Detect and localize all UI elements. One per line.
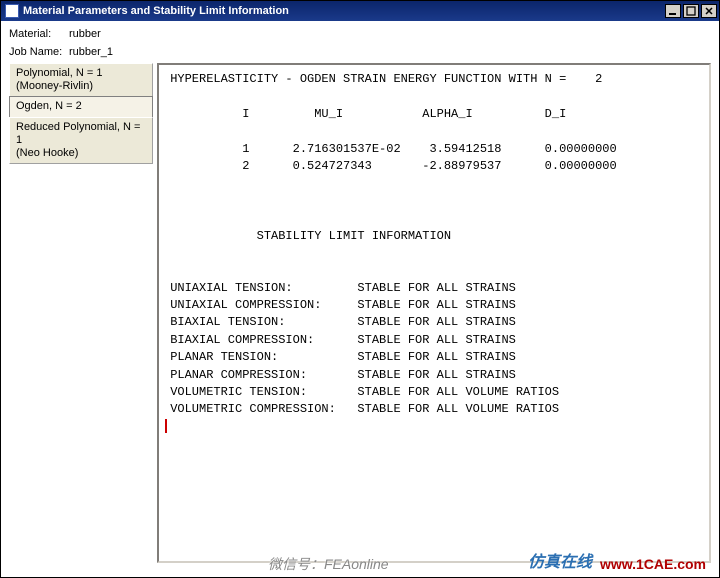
- report-blank: [163, 123, 705, 140]
- close-button[interactable]: [701, 4, 717, 18]
- stability-line: BIAXIAL COMPRESSION: STABLE FOR ALL STRA…: [163, 332, 705, 349]
- report-pane[interactable]: HYPERELASTICITY - OGDEN STRAIN ENERGY FU…: [157, 63, 711, 563]
- sidebar-item-label: Ogden, N = 2: [16, 100, 82, 112]
- sidebar-item-sublabel: (Mooney-Rivlin): [16, 80, 146, 93]
- jobname-row: Job Name: rubber_1: [9, 45, 711, 59]
- report-blank: [163, 88, 705, 105]
- report-blank: [163, 175, 705, 192]
- stability-line: UNIAXIAL COMPRESSION: STABLE FOR ALL STR…: [163, 297, 705, 314]
- report-blank: [163, 245, 705, 262]
- stability-line: VOLUMETRIC COMPRESSION: STABLE FOR ALL V…: [163, 401, 705, 418]
- sidebar-item-polynomial[interactable]: Polynomial, N = 1 (Mooney-Rivlin): [9, 63, 153, 97]
- stability-line: VOLUMETRIC TENSION: STABLE FOR ALL VOLUM…: [163, 384, 705, 401]
- maximize-button[interactable]: [683, 4, 699, 18]
- minimize-button[interactable]: [665, 4, 681, 18]
- sidebar-item-reduced-polynomial[interactable]: Reduced Polynomial, N = 1 (Neo Hooke): [9, 117, 153, 165]
- material-label: Material:: [9, 28, 69, 40]
- report-blank: [163, 193, 705, 210]
- stability-line: PLANAR TENSION: STABLE FOR ALL STRAINS: [163, 349, 705, 366]
- material-value: rubber: [69, 28, 101, 40]
- sidebar-item-label: Polynomial, N = 1: [16, 67, 103, 79]
- titlebar[interactable]: Material Parameters and Stability Limit …: [1, 1, 719, 21]
- stability-line: PLANAR COMPRESSION: STABLE FOR ALL STRAI…: [163, 367, 705, 384]
- sidebar-item-sublabel: (Neo Hooke): [16, 147, 146, 160]
- jobname-value: rubber_1: [69, 46, 113, 58]
- report-blank: [163, 262, 705, 279]
- text-caret-icon: [165, 419, 168, 433]
- report-row: 1 2.716301537E-02 3.59412518 0.00000000: [163, 141, 705, 158]
- report-row: 2 0.524727343 -2.88979537 0.00000000: [163, 158, 705, 175]
- stability-line: UNIAXIAL TENSION: STABLE FOR ALL STRAINS: [163, 280, 705, 297]
- stability-line: BIAXIAL TENSION: STABLE FOR ALL STRAINS: [163, 314, 705, 331]
- model-list: Polynomial, N = 1 (Mooney-Rivlin) Ogden,…: [9, 63, 153, 563]
- report-blank: [163, 210, 705, 227]
- sidebar-item-ogden[interactable]: Ogden, N = 2: [9, 96, 153, 117]
- jobname-label: Job Name:: [9, 46, 69, 58]
- report-heading: HYPERELASTICITY - OGDEN STRAIN ENERGY FU…: [163, 71, 705, 88]
- app-icon: [5, 4, 19, 18]
- material-row: Material: rubber: [9, 27, 711, 41]
- sidebar-item-label: Reduced Polynomial, N = 1: [16, 121, 140, 146]
- report-col-header: I MU_I ALPHA_I D_I: [163, 106, 705, 123]
- window-title: Material Parameters and Stability Limit …: [23, 5, 665, 17]
- stability-title: STABILITY LIMIT INFORMATION: [163, 228, 705, 245]
